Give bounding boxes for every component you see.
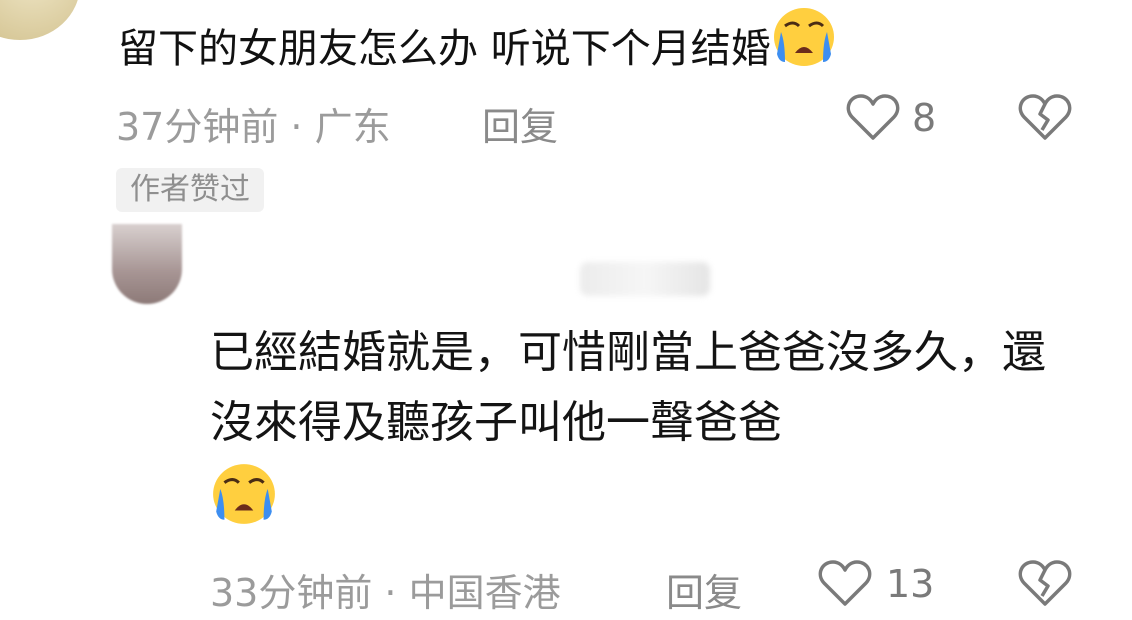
dislike-button[interactable] xyxy=(1018,558,1072,612)
comment-text: 留下的女朋友怎么办 听说下个月结婚 xyxy=(118,6,837,81)
username-blurred xyxy=(580,262,710,296)
heart-icon xyxy=(818,560,872,606)
reply-button[interactable]: 回复 xyxy=(482,96,558,151)
broken-heart-icon xyxy=(1018,560,1072,606)
like-button[interactable] xyxy=(846,92,900,146)
comment-meta: 33分钟前 · 中国香港 xyxy=(210,571,561,615)
like-count: 13 xyxy=(886,562,935,606)
author-liked-badge: 作者赞过 xyxy=(116,168,264,212)
heart-icon xyxy=(846,94,900,140)
crying-emoji-icon xyxy=(771,6,837,81)
dislike-button[interactable] xyxy=(1018,92,1072,146)
comment-text: 已經結婚就是，可惜剛當上爸爸沒多久，還沒來得及聽孩子叫他一聲爸爸 xyxy=(210,318,1070,547)
like-count: 8 xyxy=(912,96,937,140)
avatar[interactable] xyxy=(0,0,80,40)
broken-heart-icon xyxy=(1018,94,1072,140)
crying-emoji-icon xyxy=(210,462,278,547)
comment-meta: 37分钟前 · 广东 xyxy=(116,105,391,149)
like-button[interactable] xyxy=(818,558,872,612)
reply-button[interactable]: 回复 xyxy=(666,562,742,617)
avatar[interactable] xyxy=(112,224,182,304)
comment-body: 留下的女朋友怎么办 听说下个月结婚 xyxy=(118,26,771,72)
comment-body: 已經結婚就是，可惜剛當上爸爸沒多久，還沒來得及聽孩子叫他一聲爸爸 xyxy=(210,327,1046,448)
